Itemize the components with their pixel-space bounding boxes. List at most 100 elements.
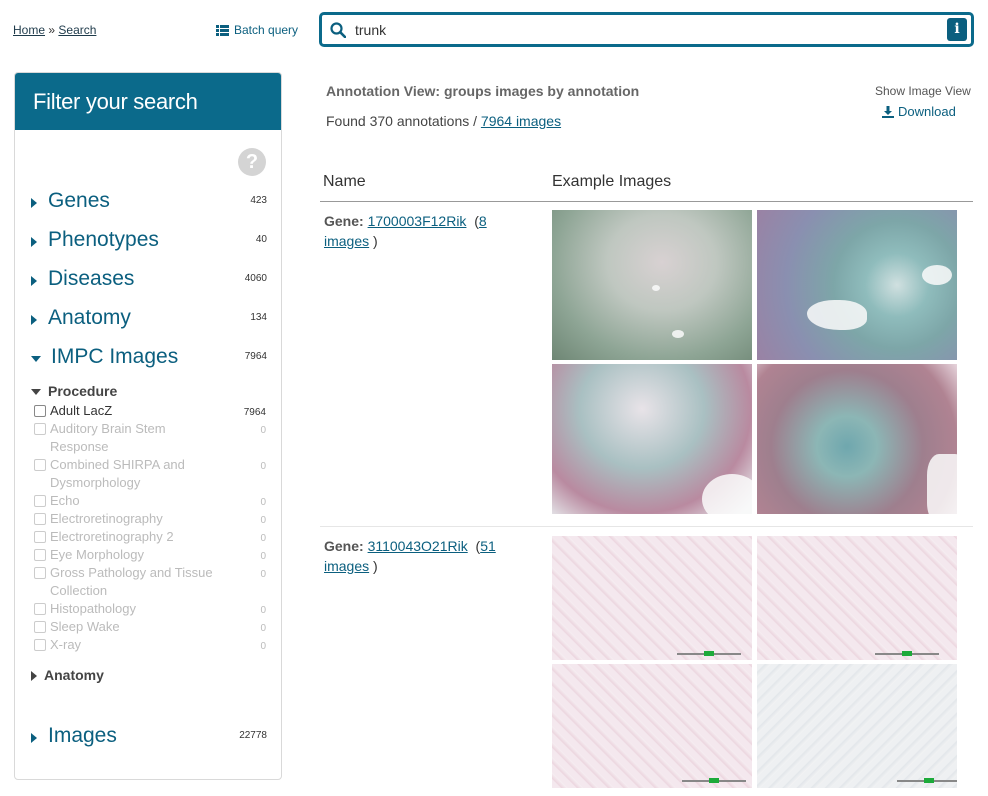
paren-close: ) xyxy=(373,558,378,574)
download-link[interactable]: Download xyxy=(882,104,956,119)
scale-bar xyxy=(677,651,741,656)
procedure-label: Electroretinography xyxy=(50,511,163,526)
caret-right-icon xyxy=(31,315,37,325)
procedure-item[interactable]: Eye Morphology 0 xyxy=(34,546,266,564)
facet-label: IMPC Images xyxy=(51,345,179,368)
gene-images-link[interactable]: images xyxy=(324,233,369,249)
breadcrumb-separator: » xyxy=(48,23,56,37)
checkbox[interactable] xyxy=(34,495,46,507)
facet-label: Images xyxy=(48,724,117,747)
paren-close: ) xyxy=(373,233,378,249)
example-image-thumbnail[interactable] xyxy=(552,364,752,514)
gene-link[interactable]: 3110043O21Rik xyxy=(368,538,468,554)
procedure-item[interactable]: X-ray 0 xyxy=(34,636,266,654)
facet-diseases[interactable]: Diseases 4060 xyxy=(31,267,267,295)
sidebar-title: Filter your search xyxy=(15,73,281,130)
gene-prefix: Gene: xyxy=(324,213,364,229)
facet-count: 7964 xyxy=(244,351,267,362)
caret-right-icon xyxy=(31,733,37,743)
checkbox[interactable] xyxy=(34,513,46,525)
example-image-thumbnail[interactable] xyxy=(552,536,752,660)
download-label: Download xyxy=(898,104,956,119)
checkbox[interactable] xyxy=(34,423,46,435)
tissue-texture xyxy=(652,285,660,291)
checkbox[interactable] xyxy=(34,549,46,561)
tissue-texture xyxy=(922,265,952,285)
anatomy-subheading-label: Anatomy xyxy=(44,667,104,683)
column-header-example-images: Example Images xyxy=(552,173,672,190)
facet-label: Diseases xyxy=(48,267,135,290)
checkbox[interactable] xyxy=(34,639,46,651)
caret-down-icon xyxy=(31,389,41,396)
breadcrumb-search-link[interactable]: Search xyxy=(58,23,96,37)
column-header-name: Name xyxy=(323,173,366,190)
batch-query-link[interactable]: Batch query xyxy=(216,23,298,37)
example-image-thumbnail[interactable] xyxy=(757,664,957,788)
row-divider xyxy=(320,526,973,527)
procedure-item[interactable]: Gross Pathology and Tissue Collection 0 xyxy=(34,564,266,600)
procedure-label: Echo xyxy=(50,493,80,508)
caret-right-icon xyxy=(31,276,37,286)
procedure-label: Adult LacZ xyxy=(50,403,113,418)
view-title: Annotation View: groups images by annota… xyxy=(326,83,640,99)
gene-link[interactable]: 1700003F12Rik xyxy=(368,213,467,229)
batch-query-label: Batch query xyxy=(234,23,299,37)
results-summary: Found 370 annotations / 7964 images xyxy=(326,113,561,129)
tissue-texture xyxy=(927,454,957,514)
facet-count: 134 xyxy=(250,312,267,323)
example-image-thumbnail[interactable] xyxy=(757,210,957,360)
facet-impc-images[interactable]: IMPC Images 7964 xyxy=(31,345,267,373)
caret-right-icon xyxy=(31,237,37,247)
procedure-item[interactable]: Echo 0 xyxy=(34,492,266,510)
header-divider xyxy=(320,201,973,202)
checkbox[interactable] xyxy=(34,621,46,633)
example-image-thumbnail[interactable] xyxy=(757,536,957,660)
gene-images-link[interactable]: 51 xyxy=(480,538,496,554)
facet-genes[interactable]: Genes 423 xyxy=(31,189,267,217)
procedure-heading[interactable]: Procedure xyxy=(31,383,117,399)
procedure-count: 0 xyxy=(260,425,266,436)
show-image-view-link[interactable]: Show Image View xyxy=(875,84,971,98)
tissue-texture xyxy=(807,300,867,330)
annotation-row-name: Gene: 3110043O21Rik (51 images ) xyxy=(324,538,496,574)
gene-prefix: Gene: xyxy=(324,538,364,554)
example-image-thumbnail[interactable] xyxy=(552,210,752,360)
search-icon[interactable] xyxy=(330,22,346,38)
procedure-heading-label: Procedure xyxy=(48,383,118,399)
checkbox[interactable] xyxy=(34,405,46,417)
caret-down-icon xyxy=(31,356,41,362)
facet-anatomy[interactable]: Anatomy 134 xyxy=(31,306,267,334)
example-image-thumbnail[interactable] xyxy=(757,364,957,514)
checkbox[interactable] xyxy=(34,567,46,579)
checkbox[interactable] xyxy=(34,531,46,543)
filter-sidebar: Filter your search ? Genes 423 Phenotype… xyxy=(14,72,282,780)
facet-images[interactable]: Images 22778 xyxy=(31,724,267,752)
anatomy-subheading[interactable]: Anatomy xyxy=(31,667,104,683)
help-icon[interactable]: ? xyxy=(238,148,266,176)
procedure-item[interactable]: Electroretinography 2 0 xyxy=(34,528,266,546)
images-count-link[interactable]: 7964 images xyxy=(481,113,561,129)
info-icon[interactable]: i xyxy=(947,18,967,41)
example-image-thumbnail[interactable] xyxy=(552,664,752,788)
checkbox[interactable] xyxy=(34,603,46,615)
procedure-item[interactable]: Electroretinography 0 xyxy=(34,510,266,528)
procedure-label: Combined SHIRPA and Dysmorphology xyxy=(50,457,185,490)
caret-right-icon xyxy=(31,671,37,682)
procedure-label: Auditory Brain Stem Response xyxy=(50,421,166,454)
checkbox[interactable] xyxy=(34,459,46,471)
gene-images-link[interactable]: 8 xyxy=(479,213,487,229)
procedure-label: X-ray xyxy=(50,637,82,652)
gene-images-link[interactable]: images xyxy=(324,558,369,574)
procedure-item[interactable]: Histopathology 0 xyxy=(34,600,266,618)
procedure-item[interactable]: Sleep Wake 0 xyxy=(34,618,266,636)
procedure-item[interactable]: Combined SHIRPA and Dysmorphology 0 xyxy=(34,456,266,492)
scale-bar xyxy=(875,651,939,656)
facet-label: Genes xyxy=(48,189,110,212)
facet-phenotypes[interactable]: Phenotypes 40 xyxy=(31,228,267,256)
breadcrumb-home-link[interactable]: Home xyxy=(13,23,45,37)
procedure-item[interactable]: Adult LacZ 7964 xyxy=(34,402,266,420)
facet-label: Phenotypes xyxy=(48,228,159,251)
procedure-item[interactable]: Auditory Brain Stem Response 0 xyxy=(34,420,266,456)
procedure-label: Histopathology xyxy=(50,601,136,616)
search-input[interactable] xyxy=(355,18,935,42)
